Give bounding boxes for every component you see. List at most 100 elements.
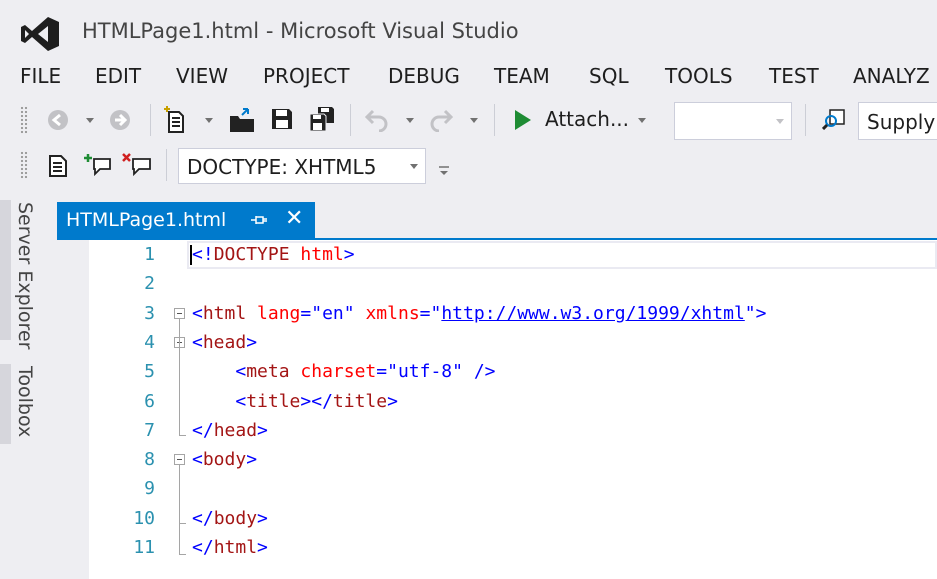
code-token-tag: html bbox=[213, 537, 258, 558]
code-text: </html> bbox=[192, 533, 268, 562]
code-line[interactable]: 3 <html lang="en" xmlns="http://www.w3.or… bbox=[57, 299, 937, 328]
code-token-del: > bbox=[257, 419, 268, 441]
line-number: 8 bbox=[144, 449, 155, 471]
document-tab-htmlpage1[interactable]: HTMLPage1.html ✕ bbox=[57, 202, 315, 238]
find-in-files-icon[interactable] bbox=[822, 108, 846, 130]
code-token-del: ></ bbox=[300, 390, 333, 412]
navigate-back-icon[interactable] bbox=[46, 108, 70, 132]
server-explorer-tab[interactable]: Server Explorer bbox=[14, 202, 36, 349]
code-text: <body> bbox=[192, 445, 257, 474]
code-token-tag: title bbox=[246, 390, 301, 412]
code-token-del: < bbox=[235, 390, 247, 412]
attach-dropdown-icon[interactable] bbox=[638, 118, 646, 123]
code-token-del: </ bbox=[192, 419, 214, 441]
redo-icon[interactable] bbox=[428, 106, 454, 132]
code-token-attr: html bbox=[300, 244, 344, 265]
code-line[interactable]: 9 bbox=[57, 474, 937, 503]
side-panel-strip: Server Explorer Toolbox bbox=[0, 192, 57, 579]
toolbar-grip[interactable] bbox=[20, 106, 28, 134]
undo-icon[interactable] bbox=[364, 106, 390, 132]
new-project-dropdown-icon[interactable] bbox=[205, 118, 213, 123]
navigate-forward-icon[interactable] bbox=[108, 108, 132, 132]
menu-test[interactable]: TEST bbox=[769, 62, 819, 90]
pin-tab-icon[interactable] bbox=[251, 213, 267, 227]
close-tab-icon[interactable]: ✕ bbox=[285, 206, 303, 232]
server-explorer-tab-bar[interactable] bbox=[0, 200, 11, 340]
code-token-tag: DOCTYPE bbox=[213, 244, 290, 265]
toolbox-tab-bar[interactable] bbox=[0, 364, 11, 444]
open-file-icon[interactable] bbox=[228, 106, 256, 134]
line-number: 9 bbox=[144, 478, 155, 500]
code-token-tag: meta bbox=[246, 361, 290, 383]
collapse-outline-icon[interactable] bbox=[174, 454, 185, 466]
code-line[interactable]: 7 </head> bbox=[57, 416, 937, 445]
toolbox-tab[interactable]: Toolbox bbox=[14, 366, 36, 437]
code-token-del: > bbox=[257, 537, 268, 558]
menu-sql[interactable]: SQL bbox=[589, 62, 629, 90]
collapse-outline-icon[interactable] bbox=[174, 307, 185, 319]
toolbar-overflow-icon[interactable] bbox=[438, 165, 450, 177]
code-token-tag: title bbox=[332, 390, 388, 412]
code-line[interactable]: 1 <!DOCTYPE html> bbox=[57, 240, 937, 269]
code-token-del: > bbox=[343, 244, 355, 265]
code-token-del: =" bbox=[300, 302, 323, 324]
code-token-del: </ bbox=[192, 537, 214, 558]
code-editor[interactable]: 1 <!DOCTYPE html> 2 3 <html lang="en" xmlns=… bbox=[57, 240, 937, 579]
code-text: <!DOCTYPE html> bbox=[192, 240, 355, 269]
menu-debug[interactable]: DEBUG bbox=[388, 62, 460, 90]
redo-dropdown-icon[interactable] bbox=[470, 118, 478, 123]
outline-end-head bbox=[179, 435, 186, 436]
code-line[interactable]: 2 bbox=[57, 269, 937, 298]
code-line[interactable]: 5 <meta charset="utf-8" /> bbox=[57, 357, 937, 386]
code-token-del: < bbox=[192, 331, 203, 353]
start-debugging-icon[interactable] bbox=[513, 109, 533, 131]
code-token-del: < bbox=[235, 361, 247, 383]
code-line[interactable]: 4 <head> bbox=[57, 328, 937, 357]
code-token-tag: html bbox=[202, 302, 247, 324]
code-token-val: utf-8 bbox=[397, 361, 453, 383]
toolbar-separator bbox=[350, 104, 351, 136]
menu-project[interactable]: PROJECT bbox=[263, 62, 349, 90]
code-token-del: <! bbox=[192, 244, 214, 265]
doctype-target-combo[interactable]: DOCTYPE: XHTML5 bbox=[178, 148, 426, 184]
new-project-icon[interactable] bbox=[163, 106, 189, 134]
code-line[interactable]: 6 <title></title> bbox=[57, 387, 937, 416]
code-token-attr: xmlns bbox=[365, 302, 420, 324]
code-token-del: " bbox=[343, 302, 355, 324]
undo-dropdown-icon[interactable] bbox=[406, 118, 414, 123]
code-text: <title></title> bbox=[192, 387, 398, 416]
menu-tools[interactable]: TOOLS bbox=[665, 62, 733, 90]
navigate-back-dropdown-icon[interactable] bbox=[86, 118, 94, 123]
line-number: 10 bbox=[133, 507, 155, 529]
chevron-down-icon bbox=[410, 164, 418, 169]
find-combo[interactable]: Supply bbox=[858, 102, 937, 140]
code-text: <html lang="en" xmlns="http://www.w3.org… bbox=[192, 299, 766, 328]
menu-team[interactable]: TEAM bbox=[494, 62, 550, 90]
outline-end-body bbox=[179, 523, 186, 524]
menu-edit[interactable]: EDIT bbox=[95, 62, 141, 90]
toolbar-separator bbox=[150, 104, 151, 136]
save-all-icon[interactable] bbox=[308, 105, 336, 133]
add-comment-icon[interactable] bbox=[84, 153, 112, 177]
menu-file[interactable]: FILE bbox=[20, 62, 61, 90]
code-token-link[interactable]: http://www.w3.org/1999/xhtml bbox=[441, 303, 744, 324]
attach-button-label[interactable]: Attach... bbox=[545, 107, 629, 131]
menu-analyze[interactable]: ANALYZ bbox=[853, 62, 930, 90]
line-number: 4 bbox=[144, 331, 155, 353]
menu-view[interactable]: VIEW bbox=[176, 62, 228, 90]
code-token-attr: lang bbox=[257, 302, 301, 324]
code-line[interactable]: 8 <body> bbox=[57, 445, 937, 474]
remove-comment-icon[interactable] bbox=[122, 153, 152, 177]
text-caret bbox=[190, 245, 192, 265]
solution-configuration-combo[interactable] bbox=[674, 102, 792, 140]
code-token-del: </ bbox=[192, 507, 214, 529]
save-icon[interactable] bbox=[270, 107, 294, 131]
format-document-icon[interactable] bbox=[48, 155, 68, 177]
toolbar-grip[interactable] bbox=[20, 151, 28, 179]
line-number: 3 bbox=[144, 302, 155, 324]
find-combo-value: Supply bbox=[867, 110, 936, 134]
code-line[interactable]: 11 </html> bbox=[57, 533, 937, 562]
code-line[interactable]: 10 </body> bbox=[57, 504, 937, 533]
